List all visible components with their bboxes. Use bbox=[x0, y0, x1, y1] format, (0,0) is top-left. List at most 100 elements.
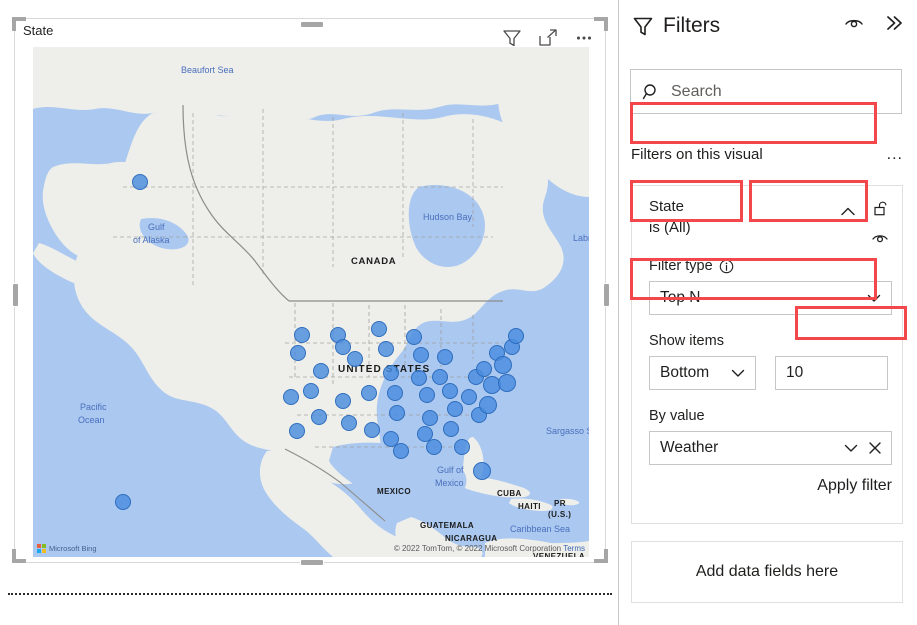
map-visual[interactable]: State Beaufort Sea Gulf of Alaska Hudson… bbox=[14, 18, 606, 563]
visual-title: State bbox=[23, 23, 54, 38]
page-boundary-divider bbox=[8, 593, 612, 595]
map-data-bubble[interactable] bbox=[461, 389, 477, 405]
map-data-bubble[interactable] bbox=[422, 410, 438, 426]
apply-filter-button[interactable]: Apply filter bbox=[817, 477, 892, 495]
map-data-bubble[interactable] bbox=[426, 439, 442, 455]
map-data-bubble[interactable] bbox=[283, 389, 299, 405]
apply-filter-row: Apply filter bbox=[649, 477, 892, 495]
show-items-label: Show items bbox=[649, 333, 724, 349]
map-data-bubble[interactable] bbox=[115, 494, 131, 510]
bing-logo: Microsoft Bing bbox=[37, 544, 97, 553]
map-data-bubble[interactable] bbox=[508, 328, 524, 344]
chevron-down-icon[interactable] bbox=[729, 364, 747, 382]
map-data-bubble[interactable] bbox=[479, 396, 497, 414]
map-data-bubble[interactable] bbox=[335, 393, 351, 409]
show-items-count-input[interactable]: 10 bbox=[775, 356, 888, 390]
search-icon bbox=[641, 82, 661, 102]
show-items-row: Bottom 10 bbox=[649, 356, 888, 390]
resize-handle-bottom[interactable] bbox=[300, 559, 324, 566]
attribution-text: © 2022 TomTom, © 2022 Microsoft Corporat… bbox=[393, 544, 562, 553]
map-data-bubble[interactable] bbox=[437, 349, 453, 365]
eye-icon[interactable] bbox=[843, 12, 865, 34]
filter-card-body: State is (All) Filter type Top N Show it… bbox=[649, 198, 892, 495]
filter-card-collapse-icon[interactable] bbox=[838, 202, 858, 227]
chevron-down-icon[interactable] bbox=[865, 289, 883, 307]
filters-pane: Filters Search Filters on this visual ..… bbox=[619, 0, 917, 625]
report-canvas[interactable]: State Beaufort Sea Gulf of Alaska Hudson… bbox=[0, 0, 619, 625]
resize-handle-left[interactable] bbox=[12, 283, 19, 307]
lock-open-icon[interactable] bbox=[871, 199, 890, 218]
map-data-bubble[interactable] bbox=[313, 363, 329, 379]
filter-type-label: Filter type bbox=[649, 258, 713, 274]
resize-handle-top-left[interactable] bbox=[12, 17, 26, 31]
chevron-double-right-icon[interactable] bbox=[883, 12, 905, 34]
map-data-bubble[interactable] bbox=[498, 374, 516, 392]
resize-handle-right[interactable] bbox=[603, 283, 610, 307]
map-data-bubble[interactable] bbox=[311, 409, 327, 425]
by-value-field-icons bbox=[842, 439, 883, 457]
show-items-direction-value: Bottom bbox=[660, 364, 710, 381]
map-data-bubble[interactable] bbox=[347, 351, 363, 367]
map-data-bubble[interactable] bbox=[303, 383, 319, 399]
filter-card-icons bbox=[870, 199, 890, 248]
map-data-bubble[interactable] bbox=[443, 421, 459, 437]
resize-handle-top[interactable] bbox=[300, 21, 324, 28]
filters-search-box[interactable]: Search bbox=[630, 69, 902, 114]
filter-type-value: Top N bbox=[660, 289, 701, 306]
bing-logo-label: Microsoft Bing bbox=[49, 544, 97, 553]
filter-type-dropdown[interactable]: Top N bbox=[649, 281, 892, 315]
by-value-label: By value bbox=[649, 408, 705, 424]
map-data-bubble[interactable] bbox=[454, 439, 470, 455]
map-data-bubble[interactable] bbox=[364, 422, 380, 438]
map-data-bubble[interactable] bbox=[371, 321, 387, 337]
visual-header-actions bbox=[497, 25, 599, 51]
bing-logo-mark bbox=[37, 544, 46, 553]
eye-icon[interactable] bbox=[870, 228, 890, 248]
show-items-count-value[interactable]: 10 bbox=[786, 364, 803, 382]
map-data-bubble[interactable] bbox=[294, 327, 310, 343]
resize-handle-bottom-right[interactable] bbox=[594, 549, 608, 563]
map-data-bubble[interactable] bbox=[289, 423, 305, 439]
map-data-bubble[interactable] bbox=[411, 370, 427, 386]
map-data-bubble[interactable] bbox=[473, 462, 491, 480]
close-icon[interactable] bbox=[867, 440, 883, 456]
search-input[interactable]: Search bbox=[671, 83, 722, 101]
filter-icon[interactable] bbox=[497, 25, 527, 51]
show-items-direction-dropdown[interactable]: Bottom bbox=[649, 356, 757, 390]
map-data-bubble[interactable] bbox=[393, 443, 409, 459]
filters-pane-header: Filters bbox=[619, 0, 917, 52]
resize-handle-bottom-left[interactable] bbox=[12, 549, 26, 563]
map-data-bubble[interactable] bbox=[387, 385, 403, 401]
filters-pane-header-icons bbox=[843, 12, 905, 34]
by-value-field-well[interactable]: Weather bbox=[649, 431, 892, 465]
map-data-bubble[interactable] bbox=[383, 365, 399, 381]
map-data-bubble[interactable] bbox=[447, 401, 463, 417]
map-data-bubble[interactable] bbox=[476, 361, 492, 377]
bing-map[interactable]: Beaufort SeaGulfof AlaskaHudson BayLabra… bbox=[33, 47, 589, 557]
map-data-bubble[interactable] bbox=[494, 356, 512, 374]
map-data-bubble[interactable] bbox=[361, 385, 377, 401]
map-data-bubble[interactable] bbox=[406, 329, 422, 345]
filter-type-label-row: Filter type bbox=[649, 258, 888, 274]
filters-on-visual-more-icon[interactable]: ... bbox=[887, 146, 903, 162]
resize-handle-top-right[interactable] bbox=[594, 17, 608, 31]
map-data-bubble[interactable] bbox=[442, 383, 458, 399]
map-data-bubble[interactable] bbox=[413, 347, 429, 363]
focus-mode-icon[interactable] bbox=[533, 25, 563, 51]
map-data-bubble[interactable] bbox=[432, 369, 448, 385]
map-data-bubble[interactable] bbox=[389, 405, 405, 421]
info-icon[interactable] bbox=[719, 259, 734, 274]
map-data-bubble[interactable] bbox=[378, 341, 394, 357]
map-data-bubble[interactable] bbox=[132, 174, 148, 190]
filter-card-state[interactable]: State is (All) Filter type Top N Show it… bbox=[631, 185, 903, 524]
map-terms-link[interactable]: Terms bbox=[563, 544, 585, 553]
filter-funnel-icon bbox=[631, 14, 655, 38]
add-data-fields-label: Add data fields here bbox=[695, 563, 839, 580]
map-geometry bbox=[33, 47, 589, 557]
add-data-fields-dropzone[interactable]: Add data fields here bbox=[631, 541, 903, 603]
filters-on-visual-label: Filters on this visual bbox=[631, 146, 763, 163]
map-data-bubble[interactable] bbox=[419, 387, 435, 403]
chevron-down-icon[interactable] bbox=[842, 439, 860, 457]
map-data-bubble[interactable] bbox=[341, 415, 357, 431]
map-data-bubble[interactable] bbox=[290, 345, 306, 361]
